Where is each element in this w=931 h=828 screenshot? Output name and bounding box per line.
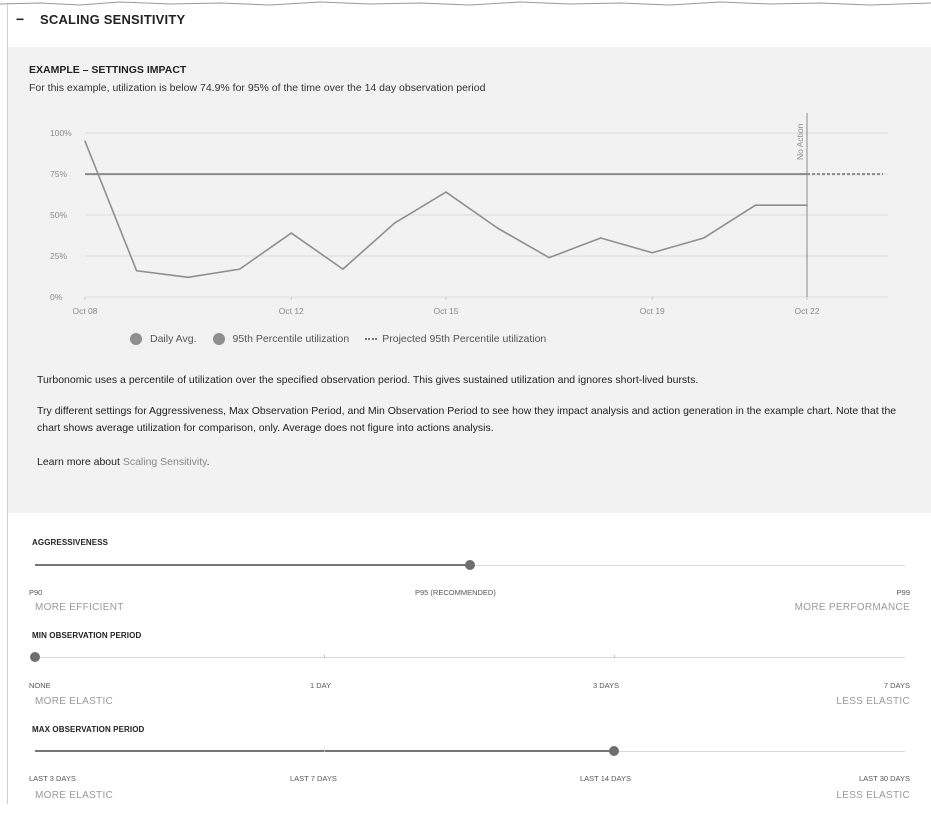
legend-dot-icon (130, 333, 142, 345)
section-header[interactable]: − SCALING SENSITIVITY (16, 8, 185, 30)
min-observation-stop-7-days[interactable]: 7 DAYS (884, 681, 910, 690)
min-observation-handle[interactable] (30, 652, 40, 662)
max-more-elastic-hint: MORE ELASTIC (35, 790, 114, 801)
aggressiveness-stop-p90[interactable]: P90 (29, 588, 42, 597)
legend-projected: Projected 95th Percentile utilization (365, 333, 546, 345)
legend-daily-avg-label: Daily Avg. (150, 333, 197, 345)
min-observation-tick (614, 655, 615, 658)
paragraph-settings: Try different settings for Aggressivenes… (37, 405, 897, 434)
max-observation-title: MAX OBSERVATION PERIOD (32, 725, 145, 734)
max-observation-stop-7-days[interactable]: LAST 7 DAYS (290, 774, 337, 783)
learn-more-prefix: Learn more about (37, 456, 123, 468)
section-title: SCALING SENSITIVITY (40, 11, 186, 27)
legend-percentile: 95th Percentile utilization (212, 333, 350, 345)
more-efficient-hint: MORE EFFICIENT (35, 602, 124, 613)
example-title: EXAMPLE – SETTINGS IMPACT (29, 64, 187, 76)
min-observation-stop-none[interactable]: NONE (29, 681, 51, 690)
max-observation-fill (35, 750, 615, 752)
legend-daily-avg: Daily Avg. (130, 333, 197, 345)
collapse-icon[interactable]: − (16, 12, 28, 26)
learn-more-suffix: . (206, 456, 210, 468)
max-observation-stop-3-days[interactable]: LAST 3 DAYS (29, 774, 76, 783)
min-observation-stop-1-day[interactable]: 1 DAY (310, 681, 331, 690)
max-observation-stop-14-days[interactable]: LAST 14 DAYS (580, 774, 631, 783)
min-observation-tick (324, 655, 325, 658)
example-description: For this example, utilization is below 7… (29, 82, 486, 94)
aggressiveness-fill (35, 564, 470, 566)
max-observation-stop-30-days[interactable]: LAST 30 DAYS (859, 774, 910, 783)
legend-percentile-label: 95th Percentile utilization (232, 333, 350, 345)
min-less-elastic-hint: LESS ELASTIC (836, 696, 910, 707)
min-observation-title: MIN OBSERVATION PERIOD (32, 631, 142, 640)
legend-dash-icon (365, 338, 378, 340)
aggressiveness-stop-p95[interactable]: P95 (RECOMMENDED) (415, 588, 496, 597)
example-panel (8, 47, 931, 513)
min-more-elastic-hint: MORE ELASTIC (35, 696, 114, 707)
max-observation-handle[interactable] (609, 746, 619, 756)
aggressiveness-handle[interactable] (465, 560, 475, 570)
min-observation-stop-3-days[interactable]: 3 DAYS (593, 681, 619, 690)
paragraph-percentile: Turbonomic uses a percentile of utilizat… (37, 374, 699, 386)
chart-legend: Daily Avg. 95th Percentile utilization P… (130, 333, 562, 345)
paragraph-learn-more: Learn more about Scaling Sensitivity. (37, 454, 907, 471)
max-observation-tick (324, 749, 325, 752)
legend-projected-label: Projected 95th Percentile utilization (382, 333, 547, 345)
aggressiveness-title: AGGRESSIVENESS (32, 538, 109, 547)
max-less-elastic-hint: LESS ELASTIC (836, 790, 910, 801)
legend-dot-icon (212, 333, 225, 345)
more-performance-hint: MORE PERFORMANCE (794, 602, 910, 613)
aggressiveness-stop-p99[interactable]: P99 (897, 588, 910, 597)
scaling-sensitivity-link[interactable]: Scaling Sensitivity (123, 456, 207, 468)
torn-edge-decoration (0, 1, 931, 6)
min-observation-track[interactable] (35, 657, 905, 658)
